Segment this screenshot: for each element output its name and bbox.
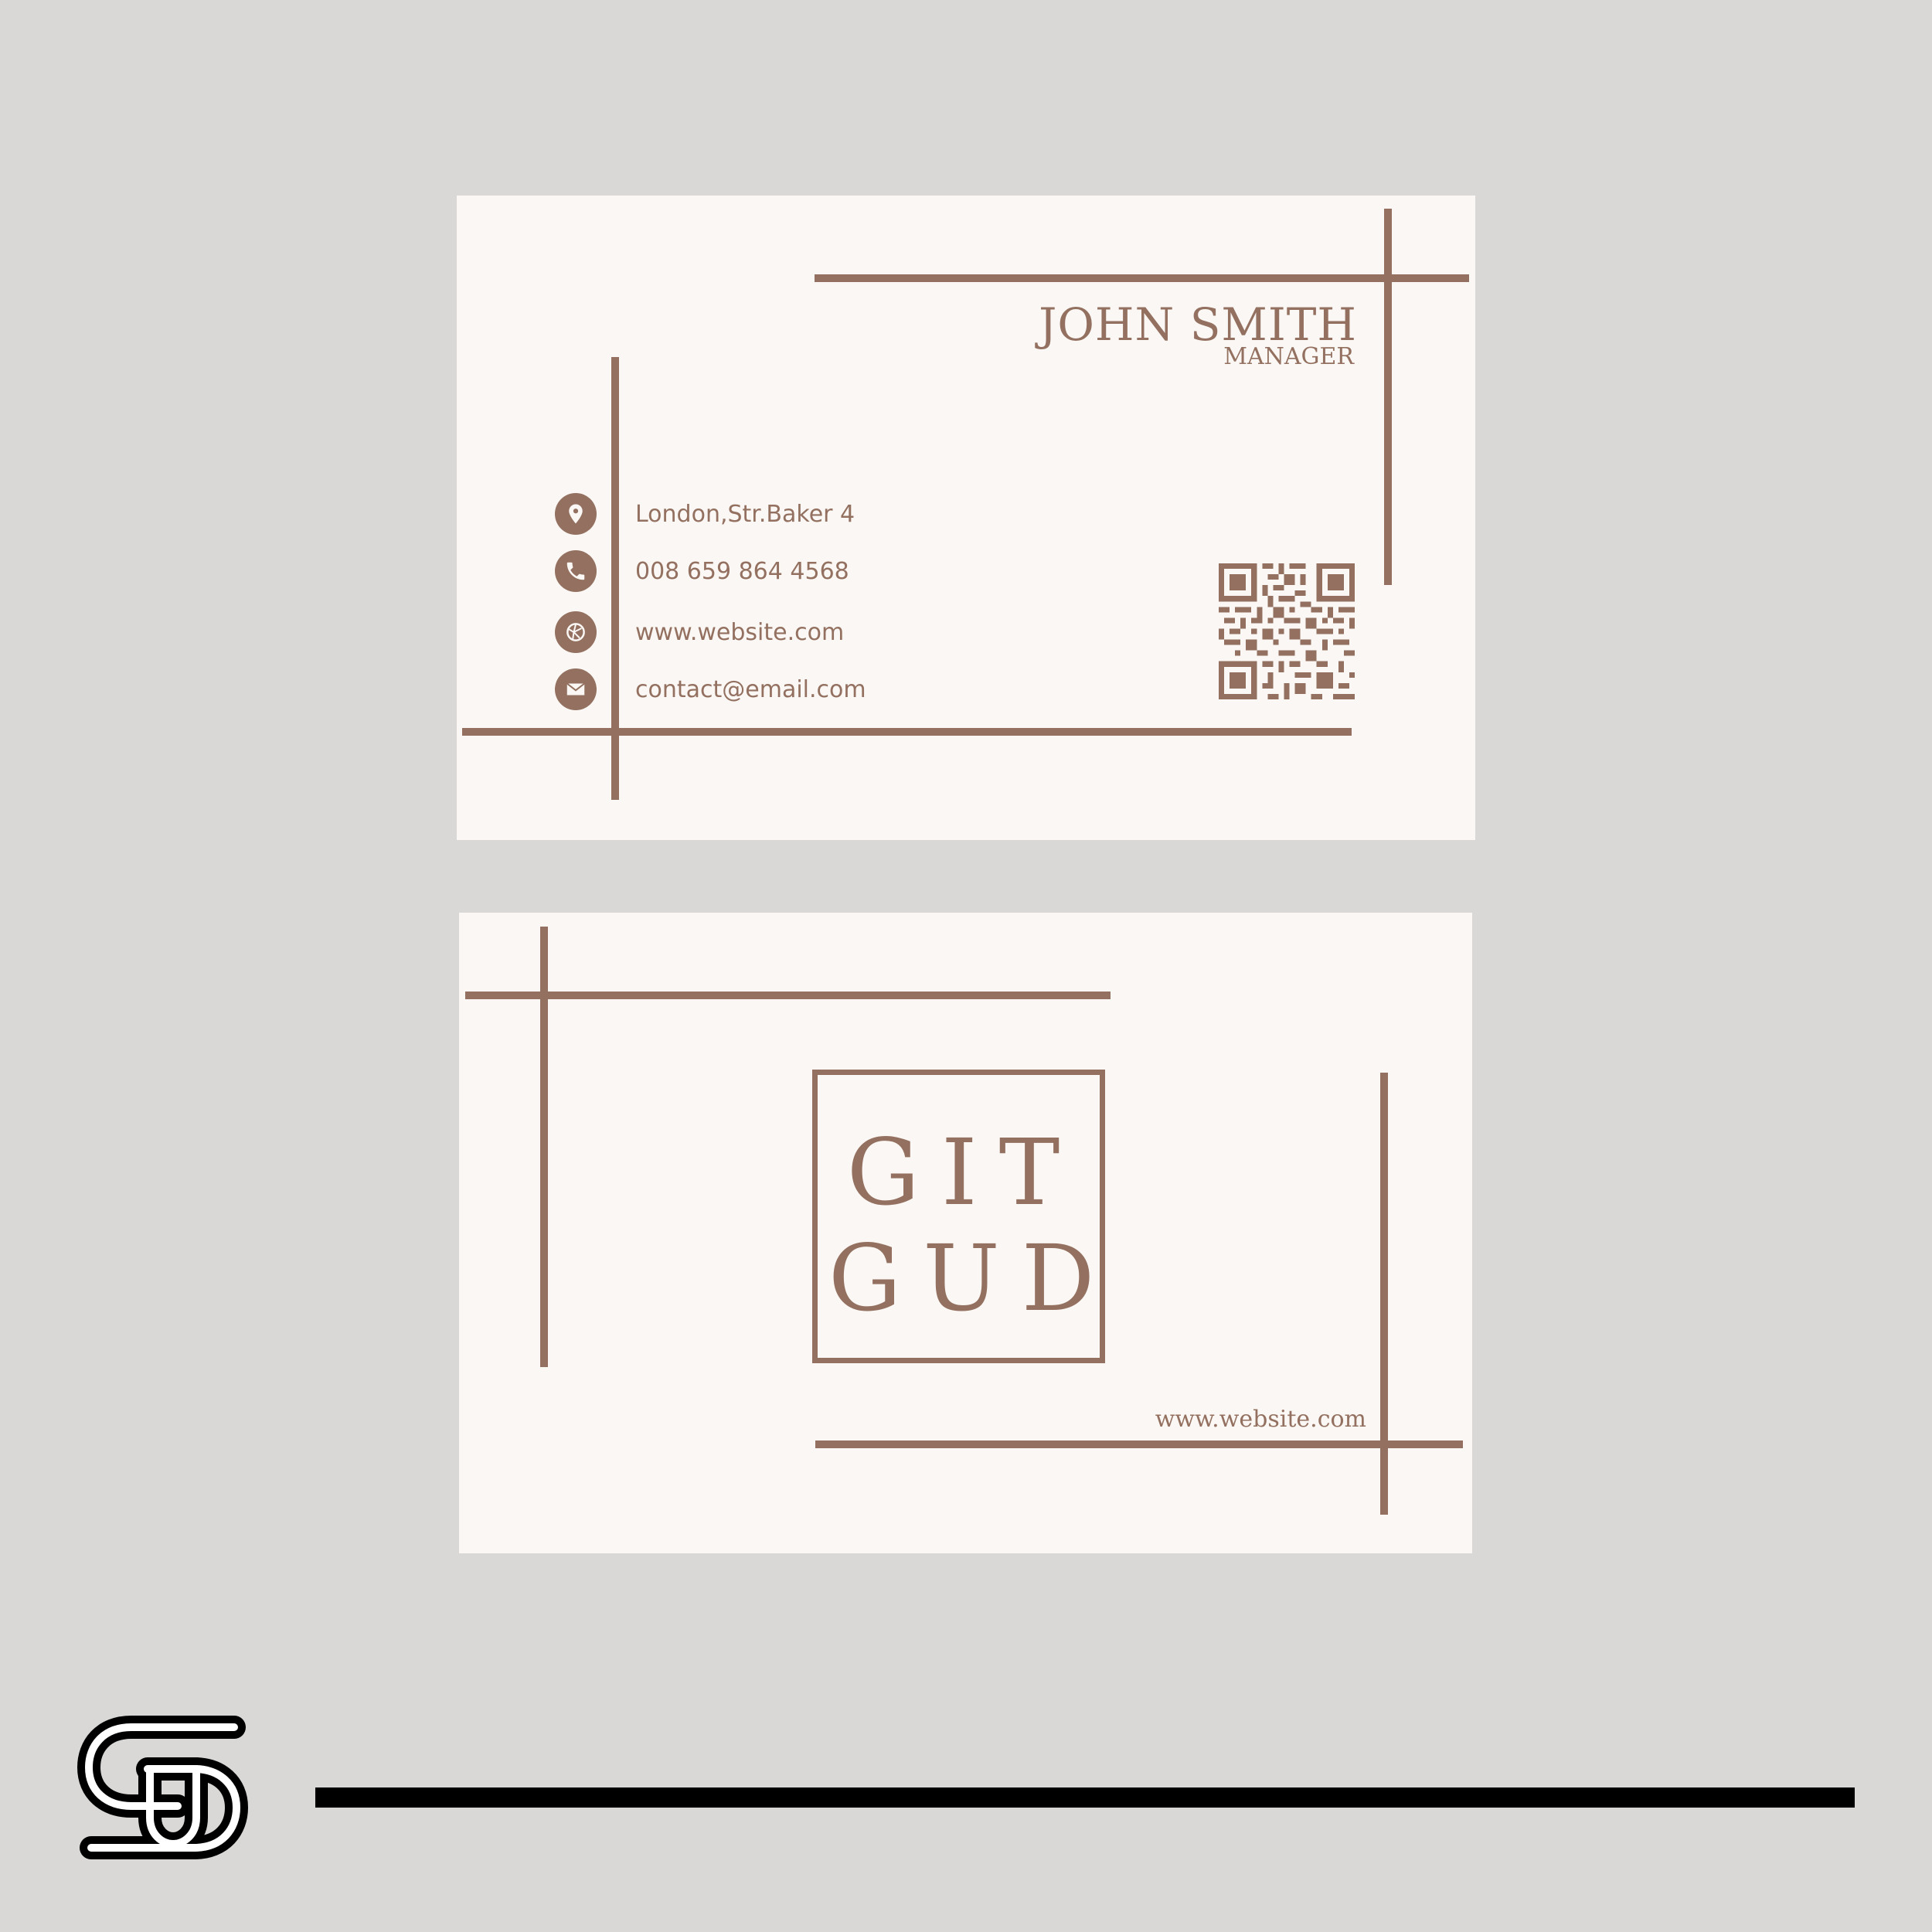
logo-text-line-2: GUD: [828, 1225, 1117, 1332]
contact-row-phone: 008 659 864 4568: [555, 549, 849, 593]
logo-text-line-1: GIT: [846, 1119, 1082, 1226]
envelope-icon: [555, 668, 597, 710]
contact-row-website: www.website.com: [555, 611, 844, 654]
phone-icon: [555, 550, 597, 592]
contact-phone: 008 659 864 4568: [635, 557, 849, 585]
contact-row-address: London,Str.Baker 4: [555, 492, 855, 536]
card-holder-role: MANAGER: [1223, 343, 1354, 370]
bottom-divider-bar: [315, 1787, 1855, 1808]
frame-line-right: [1384, 209, 1392, 585]
company-logo: GIT GUD: [812, 1070, 1105, 1363]
contact-email: contact@email.com: [635, 675, 866, 703]
frame-line-bottom: [815, 1440, 1463, 1448]
frame-line-bottom: [462, 728, 1352, 736]
contact-row-email: contact@email.com: [555, 668, 866, 711]
frame-line-left: [540, 927, 548, 1367]
location-pin-icon: [555, 493, 597, 535]
business-card-back: GIT GUD www.website.com: [459, 913, 1472, 1553]
contact-website: www.website.com: [635, 618, 845, 646]
contact-address: London,Str.Baker 4: [635, 500, 855, 528]
globe-icon: [555, 611, 597, 653]
frame-line-top: [465, 992, 1111, 999]
card-holder-name: JOHN SMITH: [1039, 298, 1357, 351]
intertwined-s-logo-icon: [77, 1716, 248, 1859]
qr-code-icon: [1219, 563, 1355, 699]
back-website: www.website.com: [1155, 1406, 1366, 1433]
frame-line-right: [1380, 1073, 1388, 1515]
business-card-front: JOHN SMITH MANAGER London,Str.Baker 4 00…: [457, 196, 1475, 840]
frame-line-top: [815, 274, 1469, 282]
